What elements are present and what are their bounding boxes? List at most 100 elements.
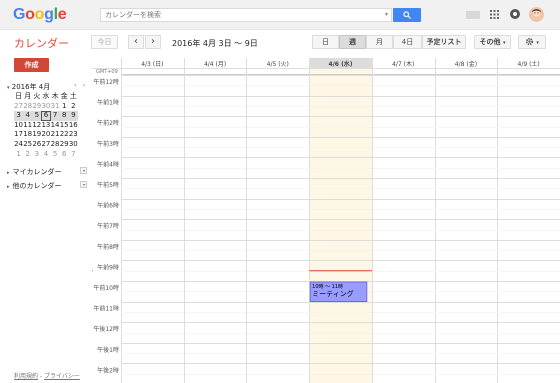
mini-day[interactable]: 20	[41, 130, 50, 140]
other-calendars-menu-icon[interactable]	[80, 181, 87, 188]
mini-day[interactable]: 28	[51, 140, 60, 150]
google-logo[interactable]: Google	[13, 6, 67, 24]
mini-day[interactable]: 10	[14, 121, 23, 131]
view-day-button[interactable]: 日	[312, 35, 339, 49]
mini-day[interactable]: 30	[69, 140, 78, 150]
mini-day[interactable]: 28	[23, 102, 32, 112]
chevron-left-icon: ‹	[134, 36, 138, 47]
search-box[interactable]: ▾	[100, 8, 392, 22]
mini-weekday: 木	[51, 92, 59, 100]
mini-weekday: 月	[24, 92, 32, 100]
view-4days-button[interactable]: 4日	[393, 35, 422, 49]
terms-link[interactable]: 利用規約	[14, 373, 38, 380]
mini-day[interactable]: 18	[23, 130, 32, 140]
view-agenda-button[interactable]: 予定リスト	[422, 35, 466, 49]
day-header[interactable]: 4/9 (土)	[518, 60, 540, 68]
mini-day[interactable]: 27	[41, 140, 50, 150]
mini-week-selected[interactable]: 3456789	[14, 111, 78, 121]
mini-day[interactable]: 27	[14, 102, 23, 112]
mini-day[interactable]: 26	[32, 140, 41, 150]
other-calendars-toggle[interactable]: ▸ 他のカレンダー	[7, 181, 62, 191]
mini-day[interactable]: 1	[60, 102, 69, 112]
mini-day[interactable]: 23	[69, 130, 78, 140]
mini-day[interactable]: 19	[32, 130, 41, 140]
mini-day[interactable]: 11	[23, 121, 32, 131]
mini-week-row[interactable]: 1234567	[14, 150, 78, 160]
current-time-marker	[92, 269, 93, 272]
hour-label: 午前2時	[97, 119, 119, 127]
mini-week-row[interactable]: 10 11 12 13 14 15 16	[14, 121, 78, 131]
collapse-triangle-icon: ▾	[7, 85, 10, 91]
mini-day[interactable]: 13	[41, 121, 50, 131]
today-button[interactable]: 今日	[91, 35, 118, 49]
mini-day[interactable]: 31	[51, 102, 60, 112]
search-options-icon[interactable]: ▾	[385, 11, 388, 18]
mini-day[interactable]: 3	[14, 111, 23, 121]
day-header[interactable]: 4/7 (木)	[392, 60, 414, 68]
app-title[interactable]: カレンダー	[14, 35, 69, 51]
mini-weekday: 水	[42, 92, 50, 100]
mini-day[interactable]: 17	[14, 130, 23, 140]
mini-day[interactable]: 4	[41, 150, 50, 160]
create-button[interactable]: 作成	[14, 58, 49, 72]
search-input[interactable]	[101, 9, 371, 21]
more-button[interactable]: その他 ▾	[474, 35, 511, 49]
settings-button[interactable]: ▾	[518, 35, 546, 49]
mini-day[interactable]: 6	[60, 150, 69, 160]
mini-prev-month-icon[interactable]: ‹	[74, 82, 76, 89]
apps-grid-icon[interactable]	[490, 10, 499, 21]
mini-weekday: 日	[15, 92, 23, 100]
mini-day[interactable]: 30	[41, 102, 50, 112]
mini-day[interactable]: 22	[60, 130, 69, 140]
notifications-icon[interactable]	[510, 9, 520, 21]
mini-day[interactable]: 2	[23, 150, 32, 160]
mini-day[interactable]: 24	[14, 140, 23, 150]
day-header[interactable]: 4/3 (日)	[141, 61, 163, 68]
week-grid[interactable]: 4/3 (日) 4/4 (月) 4/5 (火) 4/6 (水) 4/7 (木) 4/8 (…	[92, 58, 560, 383]
mini-week-row[interactable]: 27 28 29 30 31 1 2	[14, 102, 78, 112]
mini-day[interactable]: 14	[51, 121, 60, 131]
mini-day[interactable]: 21	[51, 130, 60, 140]
logo-letter: g	[44, 6, 54, 23]
view-week-button[interactable]: 週	[339, 35, 366, 49]
day-header[interactable]: 4/5 (火)	[267, 61, 289, 68]
mini-day[interactable]: 7	[69, 150, 78, 160]
mini-day[interactable]: 4	[23, 111, 32, 121]
search-icon	[403, 11, 411, 19]
mini-day-today[interactable]: 6	[41, 111, 51, 121]
mini-week-row[interactable]: 24 25 26 27 28 29 30	[14, 140, 78, 150]
mini-day[interactable]: 29	[32, 102, 41, 112]
mini-weekday: 金	[60, 92, 68, 100]
mini-day[interactable]: 25	[23, 140, 32, 150]
mini-calendar-title[interactable]: ▾ 2016年 4月	[7, 82, 50, 92]
mini-day[interactable]: 7	[51, 111, 60, 121]
my-calendars-toggle[interactable]: ▸ マイカレンダー	[7, 167, 62, 177]
account-chip-icon[interactable]	[466, 11, 480, 19]
mini-week-row[interactable]: 17 18 19 20 21 22 23	[14, 130, 78, 140]
mini-day[interactable]: 1	[14, 150, 23, 160]
day-header[interactable]: 4/4 (月)	[204, 61, 226, 68]
privacy-link[interactable]: プライバシー	[44, 373, 80, 380]
caret-down-icon: ▾	[536, 40, 539, 46]
prev-week-button[interactable]: ‹	[128, 35, 144, 49]
next-week-button[interactable]: ›	[145, 35, 161, 49]
hour-label: 午後12時	[93, 325, 119, 333]
my-calendars-menu-icon[interactable]	[80, 167, 87, 174]
mini-day[interactable]: 9	[69, 111, 78, 121]
mini-day[interactable]: 29	[60, 140, 69, 150]
day-header[interactable]: 4/8 (金)	[455, 60, 477, 68]
avatar[interactable]	[529, 7, 544, 24]
day-header[interactable]: 4/6 (水)	[328, 60, 352, 68]
view-month-button[interactable]: 月	[366, 35, 393, 49]
event-title[interactable]: ミーティング	[312, 289, 354, 298]
mini-day[interactable]: 3	[32, 150, 41, 160]
mini-day[interactable]: 15	[60, 121, 69, 131]
search-button[interactable]	[393, 8, 421, 22]
mini-next-month-icon[interactable]: ›	[83, 82, 85, 89]
mini-day[interactable]: 5	[32, 111, 41, 121]
mini-day[interactable]: 16	[69, 121, 78, 131]
mini-day[interactable]: 8	[60, 111, 69, 121]
mini-day[interactable]: 5	[51, 150, 60, 160]
mini-day[interactable]: 2	[69, 102, 78, 112]
mini-day[interactable]: 12	[32, 121, 41, 131]
